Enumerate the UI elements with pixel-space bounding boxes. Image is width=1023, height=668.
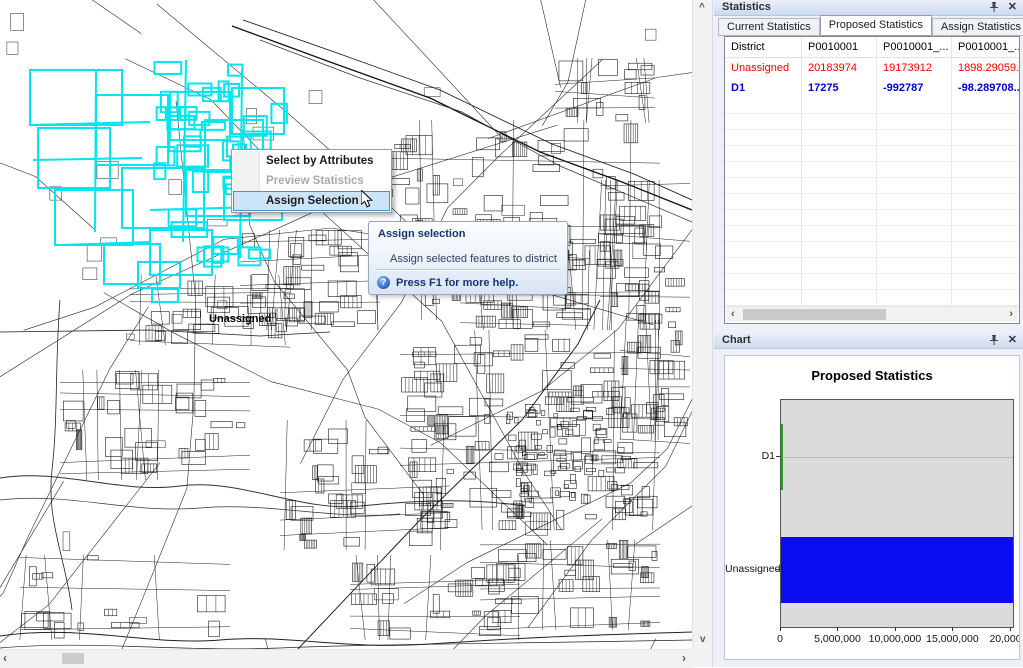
pin-icon[interactable] xyxy=(988,1,1000,13)
statistics-panel-title: Statistics xyxy=(722,1,771,13)
scroll-right-icon[interactable]: › xyxy=(1009,309,1013,319)
column-header-p0010001-3: P0010001_... xyxy=(952,37,1019,58)
assign-selection-tooltip: Assign selection Assign selected feature… xyxy=(368,221,568,295)
tab-current-statistics[interactable]: Current Statistics xyxy=(718,18,820,36)
pin-icon[interactable] xyxy=(988,334,1000,346)
chart-panel: Chart ✕ Proposed Statistics D1Unassigned… xyxy=(713,333,1023,667)
scroll-left-icon[interactable]: ‹ xyxy=(731,309,735,319)
tooltip-description: Assign selected features to district xyxy=(390,253,557,265)
map-horizontal-scrollbar[interactable]: ‹ › xyxy=(0,649,692,668)
help-icon: ? xyxy=(377,276,390,289)
map-viewport[interactable]: Unassigned Select by Attributes Preview … xyxy=(0,0,692,649)
tab-assign-statistics[interactable]: Assign Statistics xyxy=(932,18,1023,36)
close-icon[interactable]: ✕ xyxy=(1008,333,1017,346)
statistics-panel: Statistics ✕ Current Statistics Proposed… xyxy=(713,0,1023,326)
menu-item-select-by-attributes[interactable]: Select by Attributes xyxy=(233,151,390,171)
statistics-table: District P0010001 P0010001_... P0010001_… xyxy=(724,36,1020,324)
map-district-label: Unassigned xyxy=(209,313,271,325)
cell-value: -98.289708.. xyxy=(952,78,1019,98)
table-header-row: District P0010001 P0010001_... P0010001_… xyxy=(725,37,1019,58)
column-header-district: District xyxy=(725,37,802,58)
cell-district: D1 xyxy=(725,78,802,98)
table-hscroll-thumb[interactable] xyxy=(743,309,886,320)
tooltip-divider xyxy=(375,269,561,271)
scroll-up-icon[interactable]: ^ xyxy=(699,3,705,13)
chart-panel-title: Chart xyxy=(722,334,751,346)
cursor-icon xyxy=(361,190,374,209)
chart-title: Proposed Statistics xyxy=(725,368,1019,383)
table-row-d1[interactable]: D1 17275 -992787 -98.289708.. xyxy=(725,78,1019,98)
chart-plot xyxy=(780,399,1014,628)
map-canvas xyxy=(0,0,692,649)
map-hscroll-thumb[interactable] xyxy=(62,653,84,664)
cell-value: 20183974 xyxy=(802,58,877,78)
statistics-tabs: Current Statistics Proposed Statistics A… xyxy=(718,15,1023,36)
scrollbar-corner xyxy=(692,649,712,667)
cell-value: 1898.29059.. xyxy=(952,58,1019,78)
scroll-right-icon[interactable]: › xyxy=(682,653,686,663)
scroll-left-icon[interactable]: ‹ xyxy=(3,653,7,663)
cell-value: 17275 xyxy=(802,78,877,98)
map-vertical-scrollbar[interactable]: ^ v xyxy=(692,0,713,649)
tab-proposed-statistics[interactable]: Proposed Statistics xyxy=(820,15,932,36)
table-empty-rows xyxy=(725,98,1019,306)
tooltip-title: Assign selection xyxy=(378,228,465,240)
scroll-down-icon[interactable]: v xyxy=(700,635,706,645)
chart-bar-D1 xyxy=(781,424,783,490)
chart-frame: Proposed Statistics D1Unassigned05,000,0… xyxy=(724,355,1020,660)
statistics-panel-header: Statistics ✕ xyxy=(714,0,1023,16)
column-header-p0010001: P0010001 xyxy=(802,37,877,58)
table-row-unassigned[interactable]: Unassigned 20183974 19173912 1898.29059.… xyxy=(725,58,1019,78)
chart-bar-Unassigned xyxy=(781,537,1013,603)
dock-panel-column: Statistics ✕ Current Statistics Proposed… xyxy=(712,0,1023,667)
column-header-p0010001-2: P0010001_... xyxy=(877,37,952,58)
cell-district: Unassigned xyxy=(725,58,802,78)
table-horizontal-scrollbar[interactable]: ‹ › xyxy=(726,306,1018,322)
menu-item-preview-statistics: Preview Statistics xyxy=(233,171,390,191)
chart-panel-header: Chart ✕ xyxy=(714,333,1023,349)
close-icon[interactable]: ✕ xyxy=(1008,0,1017,13)
cell-value: 19173912 xyxy=(877,58,952,78)
tooltip-help-text: Press F1 for more help. xyxy=(396,277,518,289)
cell-value: -992787 xyxy=(877,78,952,98)
